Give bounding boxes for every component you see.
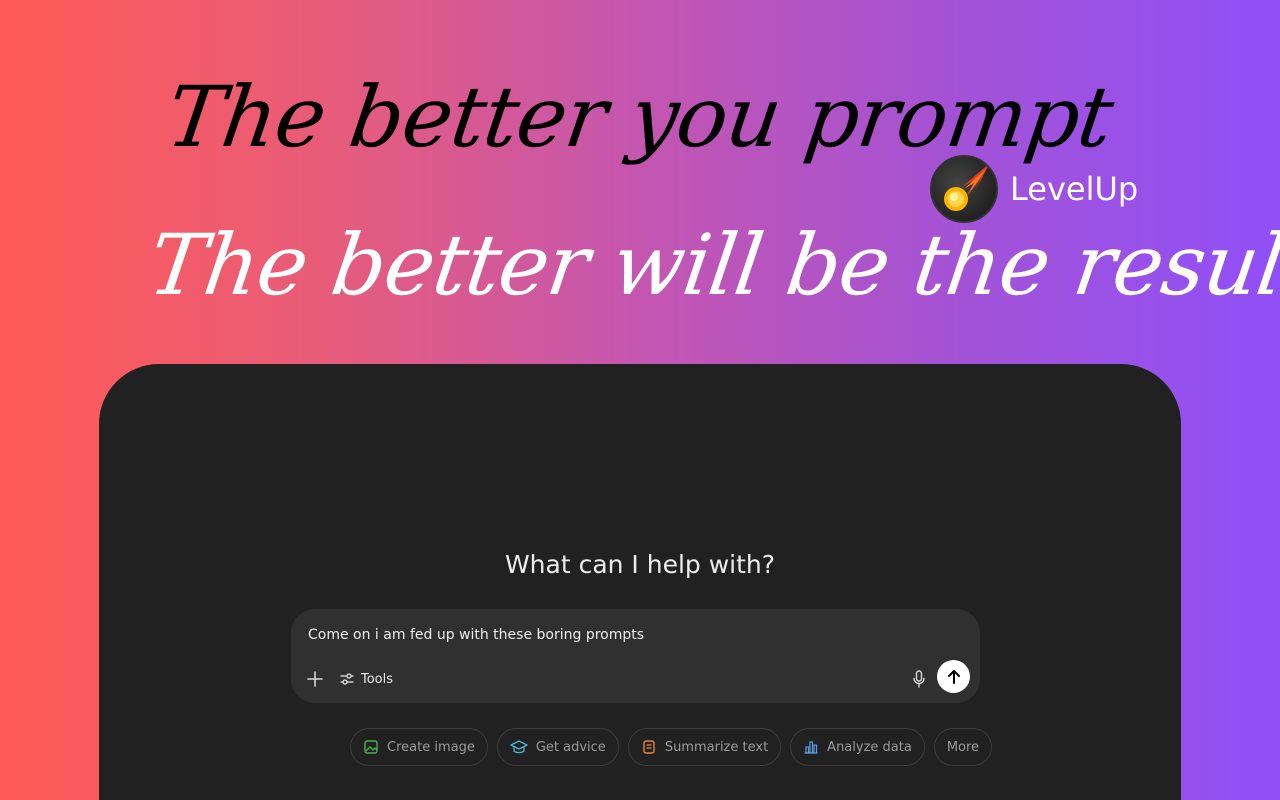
composer[interactable]: Come on i am fed up with these boring pr… — [291, 609, 980, 703]
suggestion-chips: Create image Get advice Summarize text A… — [350, 728, 993, 766]
chip-summarize-text[interactable]: Summarize text — [627, 728, 782, 766]
add-attachment-button[interactable] — [303, 667, 327, 691]
prompt-input[interactable]: Come on i am fed up with these boring pr… — [308, 627, 644, 643]
chip-get-advice[interactable]: Get advice — [496, 728, 619, 766]
chip-label: Analyze data — [827, 739, 912, 755]
chip-label: More — [946, 739, 980, 755]
chip-label: Create image — [387, 739, 475, 755]
brand: LevelUp — [930, 155, 1138, 223]
greeting-heading: What can I help with? — [504, 550, 776, 579]
meteor-icon — [930, 155, 998, 223]
image-icon — [364, 740, 378, 754]
arrow-up-icon — [947, 669, 960, 684]
graduation-cap-icon — [510, 740, 528, 754]
bar-chart-icon — [804, 741, 818, 754]
plus-icon — [307, 671, 323, 687]
tools-button[interactable]: Tools — [339, 667, 393, 691]
chip-more[interactable]: More — [933, 728, 993, 766]
chip-label: Summarize text — [664, 739, 769, 755]
document-icon — [643, 740, 655, 754]
headline-line-2: The better will be the result — [143, 216, 1280, 314]
tools-label: Tools — [361, 671, 394, 687]
sliders-icon — [340, 673, 354, 685]
send-button[interactable] — [937, 660, 970, 693]
chip-create-image[interactable]: Create image — [350, 728, 488, 766]
brand-name: LevelUp — [1010, 170, 1139, 208]
chip-label: Get advice — [535, 739, 606, 755]
microphone-icon — [913, 670, 925, 688]
microphone-button[interactable] — [907, 667, 931, 691]
chip-analyze-data[interactable]: Analyze data — [790, 728, 925, 766]
chat-panel: What can I help with? Come on i am fed u… — [99, 364, 1181, 800]
